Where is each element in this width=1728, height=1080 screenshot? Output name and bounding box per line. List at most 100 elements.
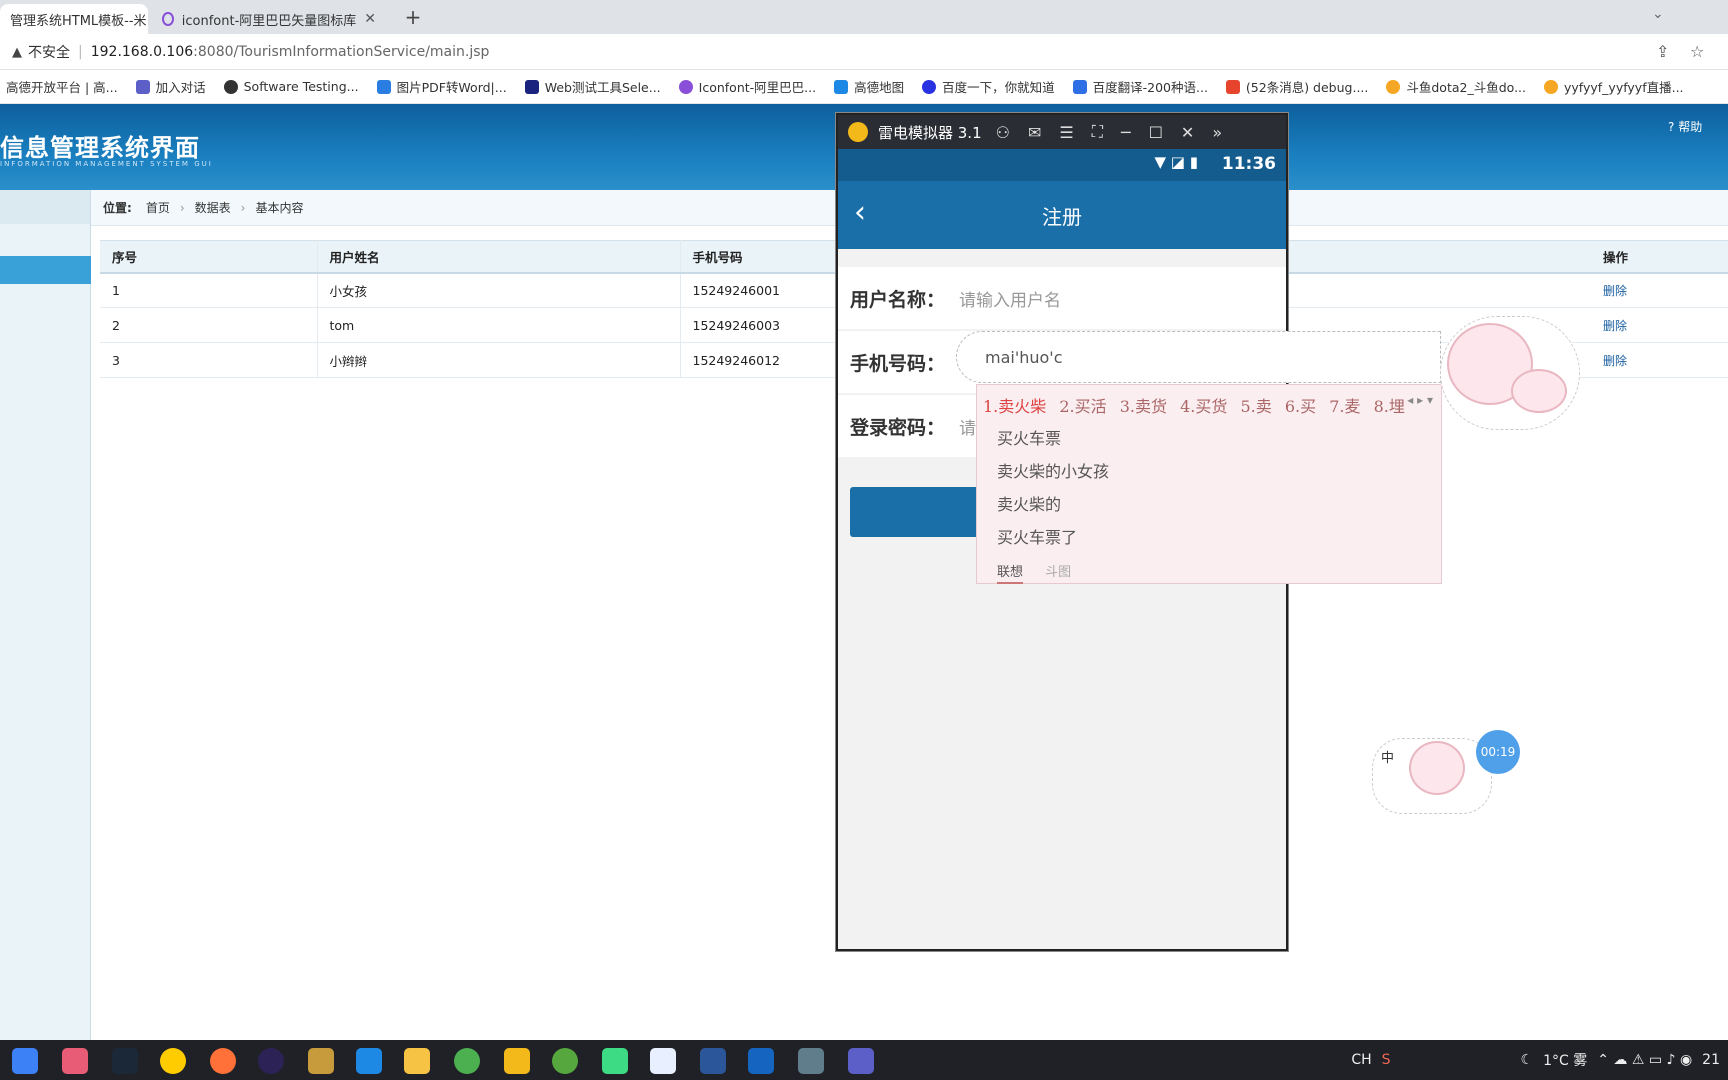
bookmark-star-icon[interactable]: ☆ (1690, 42, 1704, 61)
weather-moon-icon: ☾ (1520, 1052, 1534, 1068)
ime-suggestion[interactable]: 买火车票 (997, 425, 1061, 449)
delete-link[interactable]: 删除 (1603, 284, 1627, 298)
android-studio-icon[interactable] (602, 1048, 628, 1074)
app-icon[interactable] (552, 1048, 578, 1074)
username-row: 用户名称： 请输入用户名 (838, 267, 1286, 329)
steam-icon[interactable] (112, 1048, 138, 1074)
firefox-icon[interactable] (210, 1048, 236, 1074)
cell-id: 2 (100, 307, 318, 343)
bunny-small-icon (1511, 369, 1567, 413)
close-icon[interactable]: ✕ (1181, 123, 1194, 142)
app-icon[interactable] (748, 1048, 774, 1074)
bookmark-item[interactable]: 斗鱼dota2_斗鱼do... (1386, 77, 1526, 96)
ime-mascot-bunny (1440, 316, 1580, 430)
expand-sidebar-icon[interactable]: » (1212, 123, 1222, 142)
new-tab-button[interactable]: + (400, 4, 426, 30)
bookmark-item[interactable]: 加入对话 (135, 77, 206, 96)
ime-candidate[interactable]: 7.麦 (1329, 397, 1360, 416)
ime-candidate-row: 1.卖火柴 2.买活 3.卖货 4.买货 5.卖 6.买 7.麦 8.埋 (983, 393, 1413, 417)
eclipse-icon[interactable] (258, 1048, 284, 1074)
app-icon[interactable] (650, 1048, 676, 1074)
delete-link[interactable]: 删除 (1603, 319, 1627, 333)
word-icon[interactable] (700, 1048, 726, 1074)
sogou-icon[interactable]: S (1382, 1052, 1391, 1068)
help-button[interactable]: ? 帮助 (1668, 118, 1702, 135)
ime-candidate[interactable]: 5.卖 (1241, 397, 1272, 416)
col-header-name: 用户姓名 (317, 240, 681, 274)
pdf-icon (376, 79, 391, 94)
register-appbar: ‹ 注册 (838, 181, 1286, 249)
clock[interactable]: 21 (1702, 1052, 1720, 1068)
ime-candidate[interactable]: 6.买 (1285, 397, 1316, 416)
delete-link[interactable]: 删除 (1603, 354, 1627, 368)
tab-association[interactable]: 联想 (997, 565, 1024, 584)
ime-page-arrows-icon[interactable]: ◂ ▸ ▾ (1407, 393, 1433, 407)
ime-suggestion[interactable]: 卖火柴的小女孩 (997, 458, 1109, 482)
ime-candidate[interactable]: 2.买活 (1059, 397, 1106, 416)
file-explorer-icon[interactable] (404, 1048, 430, 1074)
app-icon[interactable] (62, 1048, 88, 1074)
security-label[interactable]: 不安全 (28, 42, 70, 62)
tab-iconfont[interactable]: iconfont-阿里巴巴矢量图标库 ✕ (152, 4, 386, 34)
breadcrumb-basic-content[interactable]: 基本内容 (255, 199, 303, 216)
ime-candidate[interactable]: 1.卖火柴 (983, 397, 1046, 416)
ime-status-widget[interactable]: 中 (1372, 738, 1492, 814)
bookmark-item[interactable]: Iconfont-阿里巴巴... (678, 77, 816, 96)
weather-text[interactable]: 1°C 雾 (1543, 1050, 1587, 1070)
breadcrumb-label: 位置: (103, 201, 132, 215)
tab-search-icon[interactable]: ⌄ (1652, 6, 1664, 22)
password-input[interactable]: 请 (959, 414, 976, 439)
ime-suggestion[interactable]: 卖火柴的 (997, 491, 1061, 515)
qq-icon[interactable] (160, 1048, 186, 1074)
gamepad-icon[interactable]: ⚇ (996, 123, 1010, 142)
ime-suggestion[interactable]: 买火车票了 (997, 524, 1077, 548)
sublime-icon[interactable] (308, 1048, 334, 1074)
ime-mode-indicator[interactable]: 中 (1381, 747, 1394, 766)
fullscreen-icon[interactable]: ⛶ (1092, 122, 1103, 142)
url-field[interactable]: ▲ 不安全 | 192.168.0.106 :8080/TourismInfor… (12, 38, 1642, 66)
tab-admin-template[interactable]: 管理系统HTML模板--米 ✕ (0, 4, 148, 34)
douyu-icon (1386, 79, 1401, 94)
phone-label: 手机号码： (850, 352, 946, 375)
store-icon[interactable] (12, 1048, 38, 1074)
ime-candidate[interactable]: 8.埋 (1374, 397, 1405, 416)
app-icon[interactable] (356, 1048, 382, 1074)
ime-candidate[interactable]: 3.卖货 (1120, 397, 1167, 416)
breadcrumb-datatable[interactable]: 数据表 (195, 199, 231, 216)
mail-icon[interactable]: ✉ (1028, 123, 1041, 142)
douyu-icon (1544, 79, 1559, 94)
close-tab-icon[interactable]: ✕ (147, 11, 148, 27)
lang-indicator[interactable]: CH (1351, 1052, 1371, 1068)
selenium-icon (524, 79, 539, 94)
chrome-icon[interactable] (454, 1048, 480, 1074)
app-icon[interactable] (798, 1048, 824, 1074)
maximize-icon[interactable]: ☐ (1149, 123, 1163, 142)
emulator-titlebar[interactable]: 雷电模拟器 3.1 ⚇ ✉ ☰ ⛶ ─ ☐ ✕ » (838, 115, 1286, 149)
share-icon[interactable]: ⇪ (1656, 42, 1669, 61)
ime-candidate[interactable]: 4.买货 (1180, 397, 1227, 416)
close-tab-icon[interactable]: ✕ (356, 11, 376, 27)
ldplayer-icon[interactable] (504, 1048, 530, 1074)
bookmark-item[interactable]: 高德地图 (834, 77, 904, 96)
ime-tabs: 联想 斗图 (997, 561, 1071, 584)
tab-title: iconfont-阿里巴巴矢量图标库 (181, 13, 357, 29)
tab-sticker[interactable]: 斗图 (1045, 565, 1071, 580)
sidebar-item-active[interactable] (0, 256, 91, 284)
bookmark-item[interactable]: 百度翻译-200种语... (1072, 77, 1208, 96)
teams-icon[interactable] (848, 1048, 874, 1074)
menu-icon[interactable]: ☰ (1059, 123, 1073, 142)
bookmark-item[interactable]: yyfyyf_yyfyyf直播... (1544, 77, 1684, 96)
url-host: 192.168.0.106 (90, 44, 194, 60)
minimize-icon[interactable]: ─ (1121, 123, 1131, 142)
tray-icons[interactable]: ⌃ ☁ ⚠ ▭ ♪ ◉ (1597, 1052, 1692, 1068)
breadcrumb-home[interactable]: 首页 (146, 199, 170, 216)
chevron-right-icon: › (179, 200, 185, 215)
bookmark-item[interactable]: 高德开放平台 | 高... (6, 77, 118, 96)
bookmark-item[interactable]: 百度一下，你就知道 (922, 77, 1055, 96)
username-input[interactable]: 请输入用户名 (959, 286, 1061, 311)
bookmark-item[interactable]: Software Testing... (223, 79, 359, 94)
register-title: 注册 (1042, 205, 1082, 229)
bookmark-item[interactable]: (52条消息) debug.... (1225, 77, 1368, 96)
bookmark-item[interactable]: 图片PDF转Word|... (376, 77, 507, 96)
bookmark-item[interactable]: Web测试工具Sele... (524, 77, 661, 96)
